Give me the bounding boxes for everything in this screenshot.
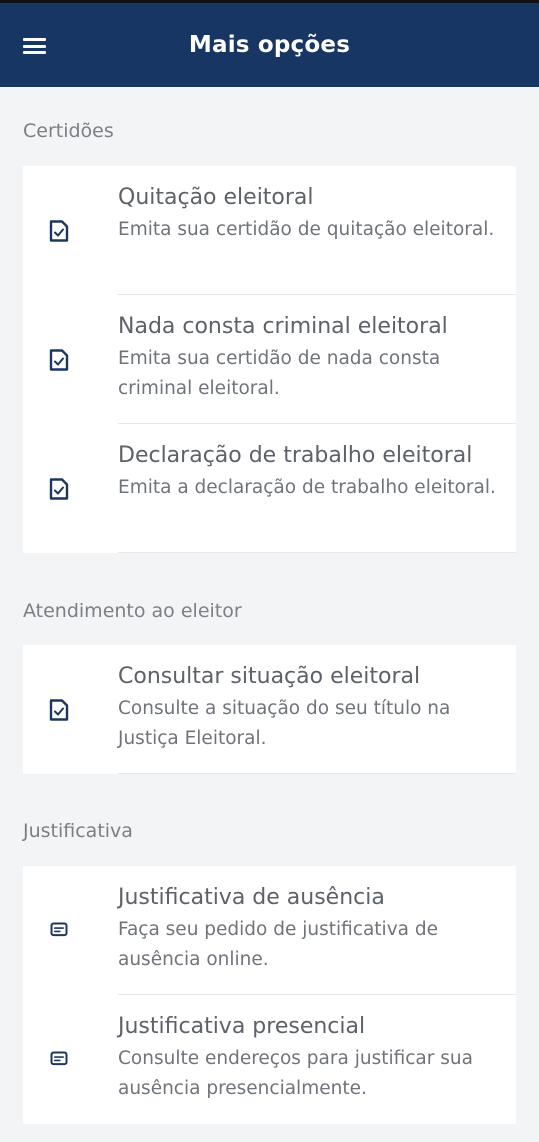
item-description: Emita a declaração de trabalho eleitoral…: [118, 477, 496, 498]
section-label-justificativa: Justificativa: [23, 820, 133, 842]
list-item-quitacao-eleitoral[interactable]: Quitação eleitoral Emita sua certidão de…: [23, 166, 516, 295]
document-check-icon: [49, 477, 69, 500]
item-title: Consultar situação eleitoral: [118, 664, 421, 689]
list-item-nada-consta-criminal[interactable]: Nada consta criminal eleitoral Emita sua…: [23, 295, 516, 424]
list-item-consultar-situacao[interactable]: Consultar situação eleitoral Consulte a …: [23, 645, 516, 774]
divider: [118, 552, 516, 553]
list-item-justificativa-presencial[interactable]: Justificativa presencial Consulte endere…: [23, 995, 516, 1124]
message-lines-icon: [50, 922, 68, 936]
item-description: Emita sua certidão de quitação eleitoral…: [118, 219, 495, 240]
document-check-icon: [49, 348, 69, 371]
app-bar: Mais opções: [0, 3, 539, 87]
item-description: Emita sua certidão de nada consta crimin…: [118, 348, 441, 399]
list-item-justificativa-ausencia[interactable]: Justificativa de ausência Faça seu pedid…: [23, 866, 516, 995]
item-title: Nada consta criminal eleitoral: [118, 314, 448, 339]
item-title: Justificativa de ausência: [118, 885, 385, 910]
item-description: Consulte a situação do seu título na Jus…: [118, 698, 451, 749]
document-check-icon: [49, 698, 69, 721]
section-label-certidoes: Certidões: [23, 120, 114, 142]
card-atendimento: Consultar situação eleitoral Consulte a …: [23, 645, 516, 774]
message-lines-icon: [50, 1051, 68, 1065]
hamburger-menu-icon[interactable]: [23, 38, 47, 54]
item-title: Quitação eleitoral: [118, 185, 314, 210]
item-title: Justificativa presencial: [118, 1014, 366, 1039]
list-item-declaracao-trabalho[interactable]: Declaração de trabalho eleitoral Emita a…: [23, 424, 516, 553]
card-justificativa: Justificativa de ausência Faça seu pedid…: [23, 866, 516, 1124]
divider: [118, 773, 516, 774]
section-label-atendimento: Atendimento ao eleitor: [23, 600, 242, 622]
page-title: Mais opções: [188, 32, 351, 58]
item-description: Consulte endereços para justificar sua a…: [118, 1048, 473, 1099]
item-title: Declaração de trabalho eleitoral: [118, 443, 473, 468]
document-check-icon: [49, 219, 69, 242]
card-certidoes: Quitação eleitoral Emita sua certidão de…: [23, 166, 516, 553]
item-description: Faça seu pedido de justificativa de ausê…: [118, 919, 438, 970]
